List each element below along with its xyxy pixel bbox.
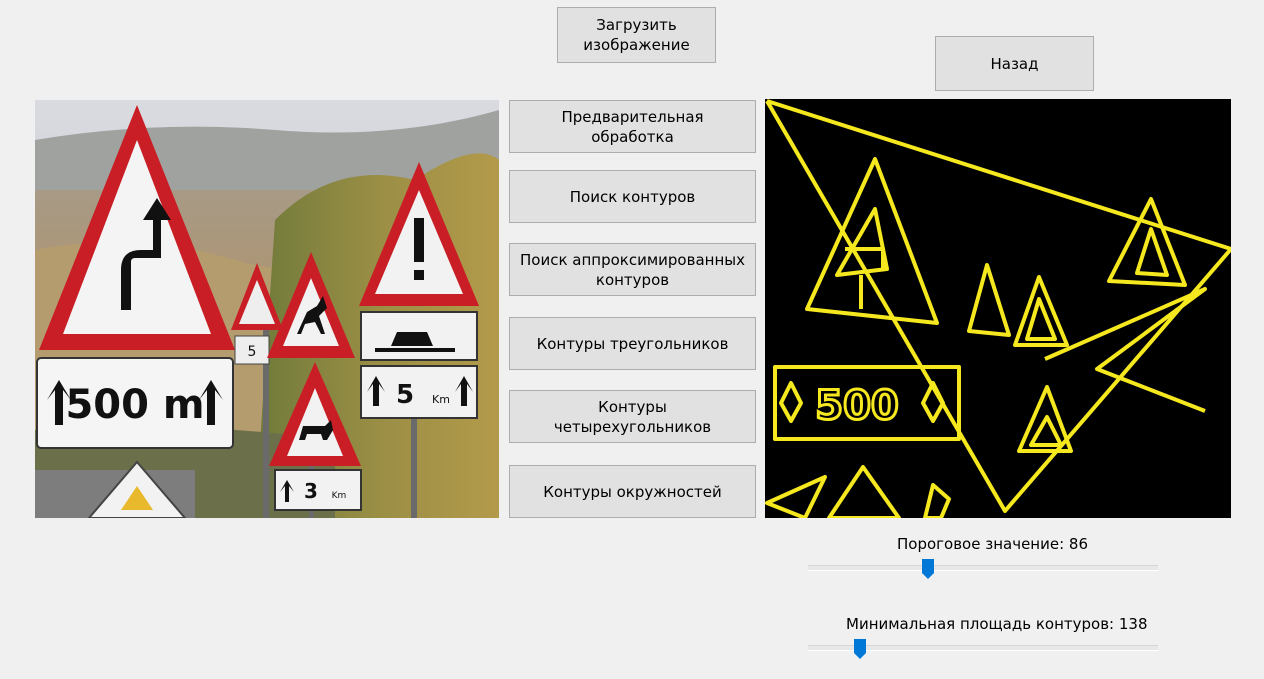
find-approx-contours-button-label: Поиск аппроксимированных контуров [520,250,745,289]
plate-low-unit: Km [332,491,347,501]
contours-canvas: 500 [765,99,1231,518]
preprocessing-button[interactable]: Предварительная обработка [509,100,756,153]
find-contours-button[interactable]: Поиск контуров [509,170,756,223]
threshold-label: Пороговое значение: 86 [897,535,1088,553]
find-approx-contours-button[interactable]: Поиск аппроксимированных контуров [509,243,756,296]
threshold-slider-track[interactable] [808,565,1158,571]
contour-digits: 500 [815,383,899,429]
quadrilateral-contours-button-label: Контуры четырехугольников [553,397,712,436]
circle-contours-button-label: Контуры окружностей [543,482,722,501]
source-image: 500 m 5 5 Km 3 Km [35,100,499,518]
plate-mid-unit: Km [432,393,450,406]
plate-low-text: 3 [304,479,318,503]
find-contours-button-label: Поиск контуров [569,187,696,206]
preprocessing-button-label: Предварительная обработка [561,107,704,146]
load-image-button-label: Загрузить изображение [583,16,690,54]
plate-mid-text: 5 [396,380,414,410]
contour-lines [765,99,1231,518]
road-signs-photo: 500 m 5 5 Km 3 Km [35,100,499,518]
circle-contours-button[interactable]: Контуры окружностей [509,465,756,518]
quadrilateral-contours-button[interactable]: Контуры четырехугольников [509,390,756,443]
back-button[interactable]: Назад [935,36,1094,91]
triangle-contours-button-label: Контуры треугольников [536,334,729,353]
small-plate-text: 5 [248,344,257,360]
distance-plate-text: 500 m [65,382,204,428]
min-area-slider-thumb[interactable] [854,639,866,659]
back-button-label: Назад [990,54,1039,73]
threshold-slider-thumb[interactable] [922,559,934,579]
triangle-contours-button[interactable]: Контуры треугольников [509,317,756,370]
result-image: 500 [765,99,1231,518]
load-image-button[interactable]: Загрузить изображение [557,7,716,63]
min-area-label: Минимальная площадь контуров: 138 [846,615,1148,633]
